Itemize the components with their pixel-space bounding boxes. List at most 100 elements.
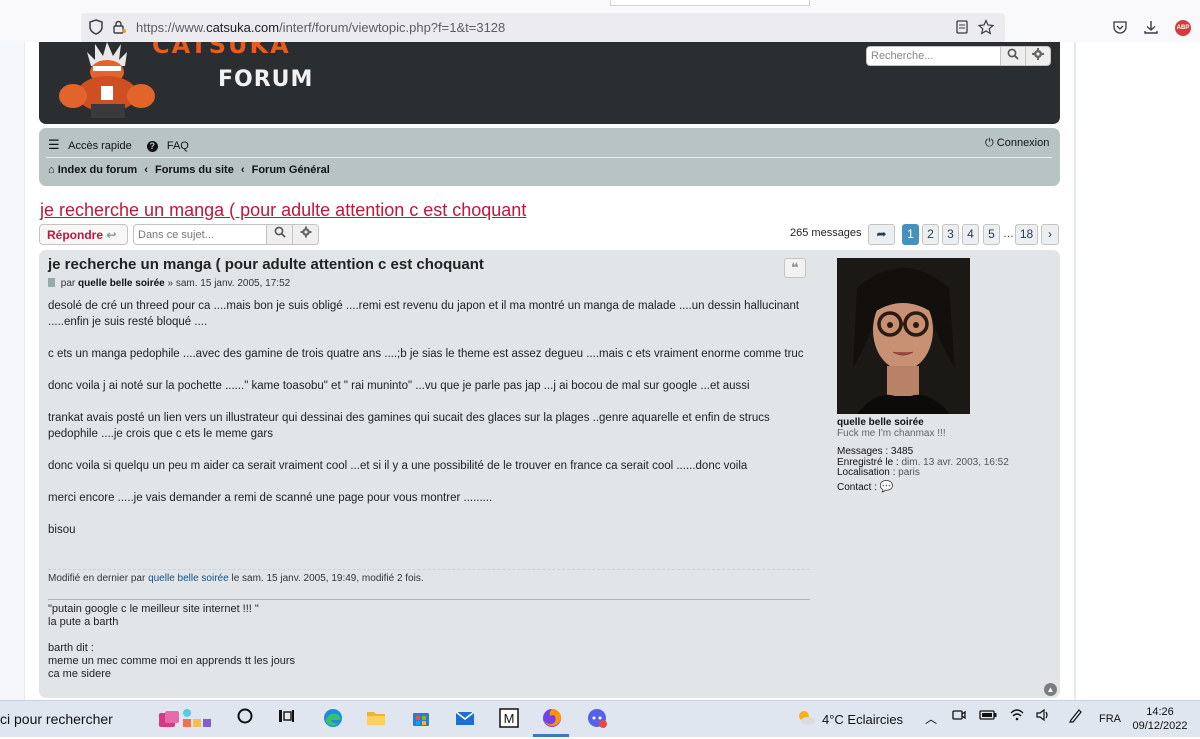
home-icon: ⌂: [48, 164, 55, 176]
page-1[interactable]: 1: [902, 224, 919, 245]
profile-rank: Fuck me I'm chanmax !!!: [837, 428, 946, 439]
weather-text[interactable]: 4°C Eclaircies: [822, 712, 903, 727]
question-circle-icon: ?: [146, 141, 158, 152]
next-page-button[interactable]: ›: [1041, 224, 1059, 245]
signature-line: meme un mec comme moi en apprends tt les…: [48, 655, 295, 667]
volume-icon[interactable]: [1031, 707, 1055, 731]
chevron-right-icon: ›: [1048, 227, 1052, 241]
search-highlight-icon[interactable]: [157, 707, 217, 731]
signature-line: [48, 629, 295, 642]
signature: "putain google c le meilleur site intern…: [48, 603, 295, 681]
discord-like-icon[interactable]: [585, 707, 609, 731]
file-explorer-icon[interactable]: [364, 707, 388, 731]
chevron-up-icon[interactable]: ︿: [919, 707, 943, 731]
firefox-icon[interactable]: [540, 707, 564, 731]
profile-details: Messages : 3485 Enregistré le : dim. 13 …: [837, 446, 1009, 493]
shield-icon[interactable]: [87, 19, 105, 37]
find-bar-remnant: [610, 0, 810, 6]
breadcrumb-item-index[interactable]: Index du forum: [58, 164, 137, 176]
jump-to-page-button[interactable]: ➦: [868, 224, 895, 245]
post-paragraph: donc voila j ai noté sur la pochette ...…: [48, 380, 750, 392]
post-author-link[interactable]: quelle belle soirée: [78, 278, 165, 289]
profile-username[interactable]: quelle belle soirée: [837, 417, 924, 428]
post-date: » sam. 15 janv. 2005, 17:52: [167, 278, 291, 289]
quote-icon: ❝: [791, 260, 799, 275]
topic-search-button[interactable]: [266, 224, 293, 245]
topic-title-link[interactable]: je recherche un manga ( pour adulte atte…: [40, 200, 526, 221]
share-arrow-icon: ➦: [876, 227, 887, 241]
message-count: 265 messages: [790, 227, 862, 239]
svg-text:M: M: [504, 711, 515, 726]
back-to-top-button[interactable]: ▲: [1044, 683, 1057, 696]
page-18[interactable]: 18: [1015, 224, 1038, 245]
reader-view-icon[interactable]: [953, 19, 971, 37]
page-3[interactable]: 3: [942, 224, 959, 245]
taskbar-search[interactable]: ci pour rechercher: [0, 711, 113, 727]
signature-line: barth dit :: [48, 642, 94, 654]
post-paragraph: merci encore .....je vais demander a rem…: [48, 492, 493, 504]
profile-location: Localisation : paris: [837, 467, 920, 478]
app-m-icon[interactable]: M: [497, 707, 521, 731]
quick-links-row: ☰ Accès rapide ? FAQ: [48, 137, 201, 153]
page-5[interactable]: 5: [983, 224, 1000, 245]
url-text[interactable]: https://www.catsuka.com/interf/forum/vie…: [136, 20, 505, 35]
pocket-icon[interactable]: [1111, 19, 1129, 37]
quick-access-link[interactable]: ☰ Accès rapide: [48, 137, 138, 152]
clock[interactable]: 14:26 09/12/2022: [1131, 705, 1189, 733]
post-file-icon: [48, 278, 55, 287]
meet-now-icon[interactable]: [947, 707, 971, 731]
header-advanced-search-button[interactable]: [1025, 46, 1051, 66]
avatar[interactable]: [837, 258, 970, 414]
profile-contact: Contact : 💬: [837, 480, 894, 493]
page-4[interactable]: 4: [962, 224, 979, 245]
lock-icon[interactable]: [110, 19, 128, 37]
breadcrumb-item-general-forum[interactable]: Forum Général: [252, 164, 330, 176]
microsoft-store-icon[interactable]: [409, 707, 433, 731]
page-border: [1075, 42, 1076, 700]
right-margin: [1075, 42, 1200, 700]
clock-time: 14:26: [1146, 706, 1174, 718]
login-link[interactable]: ⏻ Connexion: [985, 137, 1049, 150]
task-view-icon[interactable]: [274, 707, 298, 731]
header-search-button[interactable]: [1000, 46, 1026, 66]
wifi-icon[interactable]: [1005, 707, 1029, 731]
signature-line: la pute a barth: [48, 616, 119, 628]
gear-icon: [300, 226, 311, 238]
weather-icon[interactable]: [794, 707, 818, 731]
hamburger-icon: ☰: [48, 137, 60, 152]
page-2[interactable]: 2: [922, 224, 939, 245]
reply-arrow-icon: ↩: [106, 228, 117, 242]
logo-catsuka-text[interactable]: CATSUKA: [152, 42, 291, 64]
header-search-input[interactable]: Recherche...: [866, 46, 1001, 66]
breadcrumb-item-site-forums[interactable]: Forums du site: [155, 164, 234, 176]
post-paragraph: c ets un manga pedophile ....avec des ga…: [48, 348, 804, 360]
clock-date: 09/12/2022: [1132, 720, 1188, 732]
post-subject[interactable]: je recherche un manga ( pour adulte atte…: [48, 256, 484, 273]
reply-button[interactable]: Répondre ↩: [39, 224, 128, 245]
edit-notice: Modifié en dernier par quelle belle soir…: [48, 573, 424, 584]
faq-link[interactable]: ? FAQ: [146, 140, 195, 152]
topic-advanced-search-button[interactable]: [292, 224, 319, 245]
logo-forum-text[interactable]: FORUM: [218, 67, 313, 92]
adblock-plus-icon[interactable]: ABP: [1175, 20, 1191, 36]
start-circle-icon[interactable]: [233, 707, 257, 731]
edit-author-link[interactable]: quelle belle soirée: [148, 573, 229, 584]
post-author-line: par quelle belle soirée » sam. 15 janv. …: [48, 278, 290, 289]
topic-search-input[interactable]: Dans ce sujet...: [133, 224, 267, 245]
mail-icon[interactable]: [453, 707, 477, 731]
breadcrumb-separator: ‹: [240, 164, 245, 176]
signature-line: ca me sidere: [48, 668, 111, 680]
breadcrumb: ⌂ Index du forum ‹ Forums du site ‹ Foru…: [48, 164, 330, 176]
battery-icon[interactable]: [976, 707, 1000, 731]
quote-button[interactable]: ❝: [784, 258, 806, 278]
contact-chat-icon[interactable]: 💬: [880, 481, 894, 493]
bookmark-star-icon[interactable]: [977, 19, 995, 37]
edit-notice-divider: [48, 569, 810, 570]
breadcrumb-separator: ‹: [144, 164, 148, 176]
edge-icon[interactable]: [321, 707, 345, 731]
catsuka-mascot-logo[interactable]: [55, 42, 160, 120]
download-icon[interactable]: [1142, 19, 1160, 37]
input-language[interactable]: FRA: [1099, 713, 1121, 725]
pen-icon[interactable]: [1064, 707, 1088, 731]
post-body: desolé de cré un threed pour ca ....mais…: [48, 298, 808, 554]
